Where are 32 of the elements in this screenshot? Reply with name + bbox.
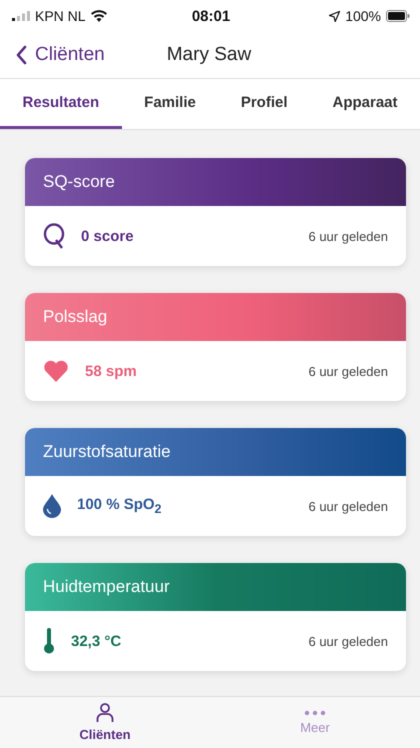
metric-value: 100 % SpO$_{2}$ xyxy=(77,496,162,516)
timestamp: 6 uur geleden xyxy=(308,498,388,514)
card-title: Huidtemperatuur xyxy=(43,577,170,597)
status-time: 08:01 xyxy=(192,8,230,24)
card-title: Polsslag xyxy=(43,307,108,327)
person-icon xyxy=(96,703,114,723)
metric-value: 0 score xyxy=(81,228,135,244)
wifi-icon xyxy=(90,10,107,22)
drop-icon xyxy=(43,494,61,518)
card-title: Zuurstofsaturatie xyxy=(43,442,171,462)
tab[interactable]: Apparaat xyxy=(310,79,420,129)
signal-icon xyxy=(12,11,30,21)
bottom-nav-item[interactable]: Cliënten xyxy=(0,697,210,748)
card-title: SQ-score xyxy=(43,172,115,192)
metric-value: 32,3 °C xyxy=(71,632,122,650)
chevron-left-icon xyxy=(16,45,27,65)
back-button[interactable]: Cliënten xyxy=(0,44,105,66)
tab[interactable]: Profiel xyxy=(218,79,310,129)
timestamp: 6 uur geleden xyxy=(308,634,388,648)
timestamp: 6 uur geleden xyxy=(308,228,388,244)
battery-icon xyxy=(386,10,410,22)
metric-value: 58 spm xyxy=(85,362,138,380)
location-arrow-icon xyxy=(329,10,340,22)
tab[interactable]: Familie xyxy=(122,79,218,129)
more-icon xyxy=(304,710,326,716)
timestamp: 6 uur geleden xyxy=(308,364,388,378)
thermometer-icon xyxy=(43,628,55,654)
page-title: Mary Saw xyxy=(166,44,252,66)
heart-icon xyxy=(43,360,69,382)
q-letter-icon xyxy=(43,223,65,249)
battery-percentage: 100% xyxy=(345,8,381,24)
carrier-name: KPN NL xyxy=(35,8,86,24)
